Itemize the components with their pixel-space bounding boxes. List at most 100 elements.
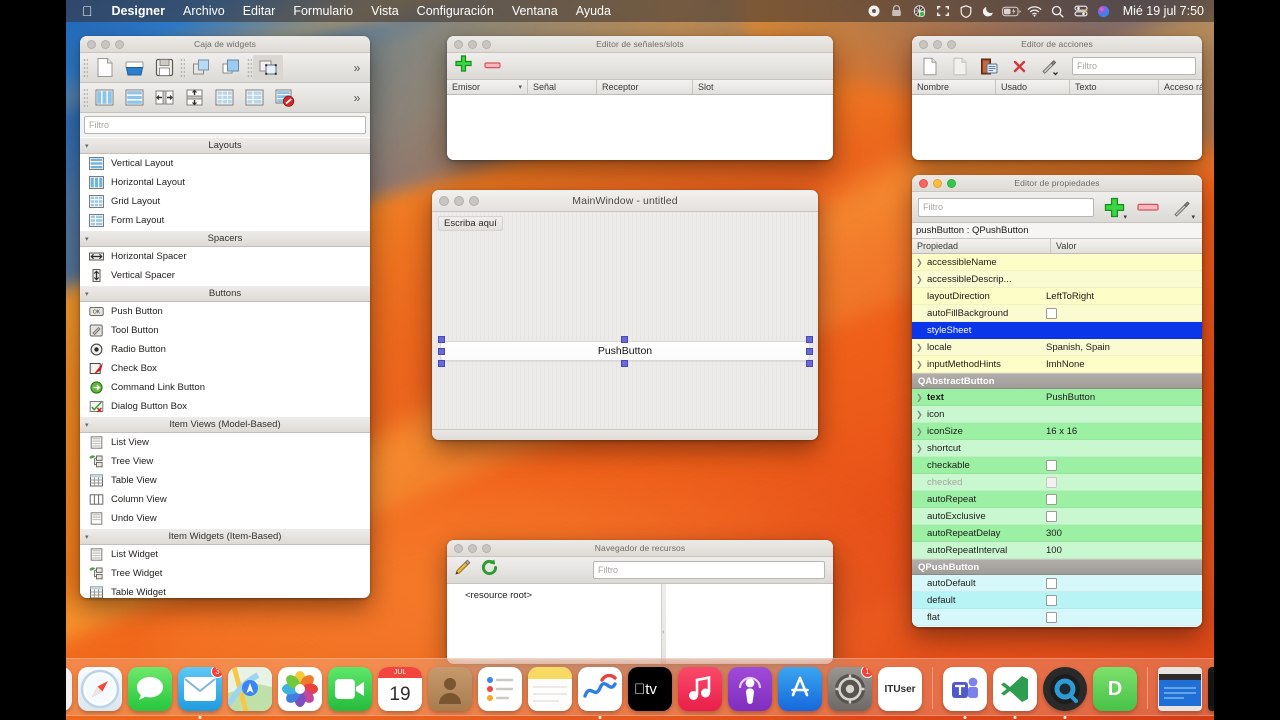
apple-tv-icon[interactable]: tv [628, 667, 672, 711]
dock-item-ms-teams[interactable] [943, 667, 987, 719]
control-center-icon[interactable] [1071, 0, 1091, 22]
chevron-right-icon[interactable]: ❯ [916, 427, 927, 436]
chevron-right-icon[interactable]: ❯ [916, 410, 927, 419]
resize-handle[interactable] [438, 360, 445, 367]
widget-item-form-layout[interactable]: Form Layout [80, 211, 370, 230]
menu-bar-clock[interactable]: Mié 19 jul 7:50 [1117, 4, 1204, 18]
resource-tree[interactable]: <resource root> [447, 584, 662, 664]
property-row[interactable]: flat [912, 609, 1202, 626]
widget-box-list[interactable]: ▾ Layouts Vertical Layout Horizontal Lay… [80, 137, 370, 598]
splitter-handle[interactable] [662, 584, 666, 664]
layout-grid-icon[interactable] [209, 85, 239, 110]
reminders-icon[interactable] [478, 667, 522, 711]
property-value[interactable] [1040, 594, 1202, 606]
add-connection-icon[interactable] [455, 55, 472, 77]
paste-widget-icon[interactable] [216, 55, 246, 80]
checkbox[interactable] [1046, 459, 1057, 471]
maximize-button[interactable] [482, 39, 491, 49]
property-value[interactable] [1040, 459, 1202, 471]
resize-handle[interactable] [621, 336, 628, 343]
widget-item-tree-view[interactable]: Tree View [80, 452, 370, 471]
toolbar-grip[interactable] [83, 58, 88, 77]
menu-placeholder[interactable]: Escriba aquí [438, 216, 503, 231]
menu-configuracion[interactable]: Configuración [408, 0, 503, 22]
property-value[interactable] [1040, 510, 1202, 522]
ms-teams-icon[interactable] [943, 667, 987, 711]
wifi-icon[interactable] [1025, 0, 1045, 22]
maps-icon[interactable] [228, 667, 272, 711]
property-value[interactable]: 100 [1040, 545, 1202, 556]
form-push-button[interactable]: PushButton [440, 341, 810, 361]
minimize-button[interactable] [468, 543, 477, 553]
window-controls[interactable] [912, 178, 956, 188]
property-editor-titlebar[interactable]: Editor de propiedades [912, 175, 1202, 192]
column-usado[interactable]: Usado [996, 80, 1070, 94]
property-value[interactable] [1040, 307, 1202, 319]
property-value[interactable]: Spanish, Spain [1040, 342, 1202, 353]
layout-horizontal-icon[interactable] [89, 85, 119, 110]
menu-ventana[interactable]: Ventana [503, 0, 567, 22]
ituser-icon[interactable]: ITUser [878, 667, 922, 711]
property-value[interactable] [1040, 476, 1202, 488]
property-row[interactable]: autoRepeatDelay 300 [912, 525, 1202, 542]
apple-logo-icon[interactable]:  [74, 0, 103, 22]
resize-handle[interactable] [438, 348, 445, 355]
property-row[interactable]: checked [912, 474, 1202, 491]
layout-splitter-h-icon[interactable] [149, 85, 179, 110]
minimize-button[interactable] [933, 178, 942, 188]
widget-item-undo-view[interactable]: Undo View [80, 509, 370, 528]
widget-item-tree-widget[interactable]: Tree Widget [80, 564, 370, 583]
window-controls[interactable] [447, 39, 491, 49]
property-value[interactable] [1040, 493, 1202, 505]
reload-icon[interactable] [480, 558, 499, 582]
column-propiedad[interactable]: Propiedad [912, 239, 1051, 253]
property-value[interactable]: PushButton [1040, 392, 1202, 403]
column-senal[interactable]: Señal [528, 80, 597, 94]
widget-item-vertical-layout[interactable]: Vertical Layout [80, 154, 370, 173]
lock-icon[interactable] [887, 0, 907, 22]
property-row[interactable]: ❯ inputMethodHints ImhNone [912, 356, 1202, 373]
maximize-button[interactable] [482, 543, 491, 553]
resize-handle[interactable] [621, 360, 628, 367]
menu-archivo[interactable]: Archivo [174, 0, 234, 22]
widget-item-horizontal-layout[interactable]: Horizontal Layout [80, 173, 370, 192]
freeform-icon[interactable] [578, 667, 622, 711]
property-value[interactable] [1040, 611, 1202, 623]
chevron-right-icon[interactable]: ❯ [916, 444, 927, 453]
widget-item-list-view[interactable]: List View [80, 433, 370, 452]
property-row[interactable]: checkable [912, 457, 1202, 474]
edit-widgets-icon[interactable] [253, 55, 283, 80]
maximize-button[interactable] [947, 39, 956, 49]
column-texto[interactable]: Texto [1070, 80, 1159, 94]
property-row[interactable]: styleSheet [912, 322, 1202, 339]
property-value[interactable]: 16 x 16 [1040, 426, 1202, 437]
property-row[interactable]: ❯ locale Spanish, Spain [912, 339, 1202, 356]
property-row[interactable]: ❯ iconSize 16 x 16 [912, 423, 1202, 440]
resize-handle[interactable] [806, 360, 813, 367]
widget-box-filter-input[interactable]: Filtro [84, 116, 366, 134]
close-button[interactable] [87, 39, 96, 49]
close-button[interactable] [454, 543, 463, 553]
minimize-button[interactable] [933, 39, 942, 49]
resource-root-node[interactable]: <resource root> [465, 590, 532, 601]
maximize-button[interactable] [947, 178, 956, 188]
checkbox[interactable] [1046, 577, 1057, 589]
property-editor-rows[interactable]: ❯ accessibleName ❯ accessibleDescrip... layo… [912, 254, 1202, 627]
layout-splitter-v-icon[interactable] [179, 85, 209, 110]
widget-item-check-box[interactable]: Check Box [80, 359, 370, 378]
new-file-icon[interactable] [89, 55, 119, 80]
layout-form-icon[interactable] [239, 85, 269, 110]
new-action-icon[interactable] [916, 55, 942, 77]
category-buttons[interactable]: ▾ Buttons [80, 285, 370, 302]
toolbar-overflow-chevron-icon[interactable]: » [346, 85, 368, 110]
property-row[interactable]: autoExclusive [912, 508, 1202, 525]
menu-vista[interactable]: Vista [362, 0, 408, 22]
widget-item-horizontal-spacer[interactable]: Horizontal Spacer [80, 247, 370, 266]
property-value[interactable] [1040, 577, 1202, 589]
siri-icon[interactable] [1094, 0, 1114, 22]
dock-item-freeform[interactable] [578, 667, 622, 719]
column-receptor[interactable]: Receptor [597, 80, 693, 94]
property-row[interactable]: ❯ text PushButton [912, 389, 1202, 406]
moon-icon[interactable] [979, 0, 999, 22]
window-controls[interactable] [912, 39, 956, 49]
